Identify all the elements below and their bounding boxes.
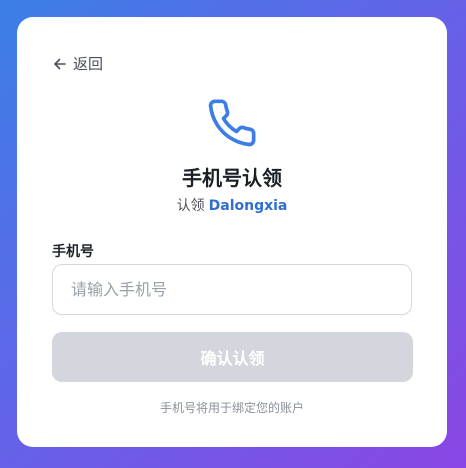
- confirm-claim-button[interactable]: 确认认领: [52, 332, 413, 382]
- back-button[interactable]: 返回: [53, 53, 103, 74]
- helper-text: 手机号将用于绑定您的账户: [159, 401, 304, 415]
- back-label: 返回: [73, 55, 104, 73]
- subtitle-prefix: 认领: [176, 198, 205, 214]
- page-title: 手机号认领: [182, 166, 282, 190]
- phone-field-label: 手机号: [52, 244, 94, 260]
- arrow-left-icon: [53, 57, 67, 71]
- claim-card: 返回 手机号认领 认领Dalongxia 手机号 确认认领 手机号将用于绑定您的…: [17, 17, 447, 447]
- phone-input[interactable]: [52, 264, 412, 315]
- phone-icon: [206, 97, 258, 149]
- account-name: Dalongxia: [208, 198, 288, 214]
- page-subtitle: 认领 Dalongxia: [17, 195, 447, 215]
